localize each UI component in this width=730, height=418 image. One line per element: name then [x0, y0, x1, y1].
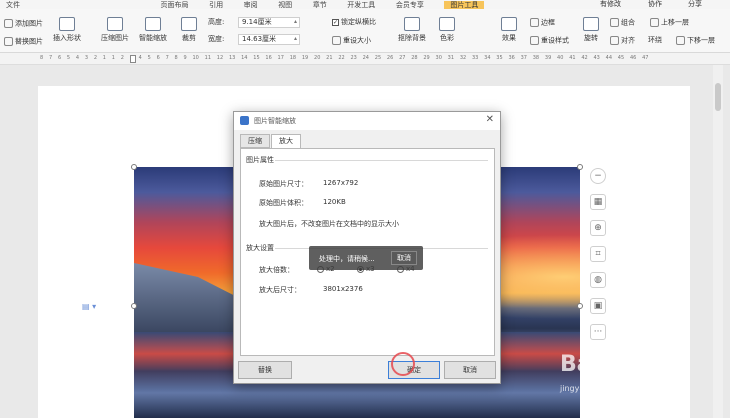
replace-picture-icon	[4, 37, 13, 46]
after-size-value: 3801x2376	[323, 285, 363, 293]
menu-bar: 文件 页面布局 引用 审阅 视图 章节 开发工具 会员专享 图片工具 有修改 协…	[0, 0, 730, 9]
resize-handle-ml[interactable]	[131, 303, 137, 309]
add-picture-icon	[4, 19, 13, 28]
idea-icon[interactable]: ◍	[590, 272, 606, 288]
width-input[interactable]: 14.63厘米	[238, 34, 300, 45]
replace-button[interactable]: 替换	[238, 361, 292, 379]
menu-page-layout[interactable]: 页面布局	[161, 1, 189, 9]
up-one-layer-button[interactable]: 上移一层	[650, 18, 689, 28]
menu-file[interactable]: 文件	[6, 1, 20, 9]
click-indicator	[391, 352, 415, 376]
enlarge-note: 放大图片后，不改变图片在文档中的显示大小	[259, 220, 399, 228]
dialog-titlebar: 图片智能缩放 ✕	[234, 112, 500, 130]
paragraph-layout-icon[interactable]: ▤ ▾	[82, 302, 96, 311]
baidu-watermark: Bai 经验 jingyan.baidu.com	[560, 340, 695, 400]
ribbon-toolbar: 添加图片 替换图片 插入形状 压缩图片 智能缩放 裁剪 高度: 9.14厘米 宽…	[0, 9, 730, 53]
wrap-button[interactable]: 环绕	[648, 36, 662, 45]
border-icon	[530, 18, 539, 27]
crop-icon[interactable]: ⌗	[590, 246, 606, 262]
tab-enlarge[interactable]: 放大	[271, 134, 301, 149]
picture-to-text-icon[interactable]: ▣	[590, 298, 606, 314]
down-one-layer-button[interactable]: 下移一层	[676, 36, 715, 46]
zoom-icon[interactable]: ⊕	[590, 220, 606, 236]
height-input[interactable]: 9.14厘米	[238, 17, 300, 28]
crop-icon	[181, 17, 197, 31]
remove-bg-button[interactable]: 抠除背景	[394, 17, 430, 43]
cancel-button[interactable]: 取消	[444, 361, 496, 379]
effects-icon	[501, 17, 517, 31]
compress-picture-button[interactable]: 压缩图片	[98, 17, 132, 43]
check-icon: ✓	[332, 18, 339, 26]
horizontal-ruler: 8 7 6 5 4 3 2 1 1 2 3 4 5 6 7 8 9 10 11 …	[0, 53, 730, 65]
section-divider	[275, 160, 488, 161]
processing-toast: 处理中，请稍候... 取消	[309, 246, 423, 270]
resize-handle-tl[interactable]	[131, 164, 137, 170]
watermark-brand: Bai 经验	[560, 352, 651, 377]
reset-style-button[interactable]: 重设样式	[530, 36, 569, 46]
height-label: 高度:	[208, 18, 225, 26]
color-button[interactable]: 色彩	[432, 17, 462, 43]
smart-zoom-icon	[145, 17, 161, 31]
group-icon	[610, 18, 619, 27]
rotate-icon	[583, 17, 599, 31]
scroll-thumb[interactable]	[715, 83, 721, 111]
menu-picture-tool[interactable]: 图片工具	[444, 1, 485, 9]
down-layer-icon	[676, 36, 685, 45]
align-icon	[610, 36, 619, 45]
section-picture-props: 图片属性	[246, 156, 274, 164]
rotate-button[interactable]: 旋转	[578, 17, 604, 43]
border-button[interactable]: 边框	[530, 18, 555, 28]
menu-chapter[interactable]: 章节	[313, 1, 327, 9]
reset-style-icon	[530, 36, 539, 45]
after-size-row: 放大后尺寸： 3801x2376	[259, 285, 363, 294]
indent-marker[interactable]	[130, 55, 136, 63]
up-layer-icon	[650, 18, 659, 27]
processing-message: 处理中，请稍候...	[319, 255, 375, 263]
menu-reference[interactable]: 引用	[209, 1, 223, 9]
crop-button[interactable]: 裁剪	[176, 17, 202, 43]
remove-bg-icon	[404, 17, 420, 31]
more-icon[interactable]: ···	[590, 324, 606, 340]
orig-volume-row: 原始图片体积： 120KB	[259, 198, 346, 207]
menu-dev-tools[interactable]: 开发工具	[347, 1, 375, 9]
app-icon	[240, 116, 249, 125]
menu-view[interactable]: 视图	[278, 1, 292, 9]
menu-review[interactable]: 审阅	[244, 1, 258, 9]
layout-options-icon[interactable]: ▦	[590, 194, 606, 210]
resize-handle-tr[interactable]	[577, 164, 583, 170]
resize-handle-mr[interactable]	[577, 303, 583, 309]
smart-zoom-button[interactable]: 智能缩放	[136, 17, 170, 43]
add-picture-button[interactable]: 添加图片	[4, 19, 43, 29]
width-label: 宽度:	[208, 35, 225, 43]
vertical-scrollbar[interactable]	[713, 65, 723, 418]
save-status: 有修改	[600, 0, 621, 8]
orig-size-value: 1267x792	[323, 179, 359, 187]
orig-size-row: 原始图片尺寸： 1267x792	[259, 179, 359, 188]
lock-ratio-checkbox[interactable]: ✓ 锁定纵横比	[332, 18, 376, 27]
tab-compress[interactable]: 压缩	[240, 134, 270, 148]
insert-shape-button[interactable]: 插入形状	[50, 17, 84, 43]
collab-button[interactable]: 协作	[648, 0, 662, 9]
orig-volume-value: 120KB	[323, 198, 346, 206]
watermark-url: jingyan.baidu.com	[560, 384, 634, 393]
reset-size-icon	[332, 36, 341, 45]
menu-member[interactable]: 会员专享	[396, 1, 424, 9]
section-enlarge-settings: 放大设置	[246, 244, 274, 252]
effects-button[interactable]: 效果	[494, 17, 524, 43]
shape-icon	[59, 17, 75, 31]
collapse-icon[interactable]: −	[590, 168, 606, 184]
group-button[interactable]: 组合	[610, 18, 635, 28]
align-button[interactable]: 对齐	[610, 36, 635, 46]
factor-row: 放大倍数： x2 x3 x4	[259, 265, 415, 275]
toast-cancel-button[interactable]: 取消	[391, 251, 417, 265]
close-icon[interactable]: ✕	[486, 114, 494, 125]
dialog-title: 图片智能缩放	[254, 117, 296, 125]
share-button[interactable]: 分享	[688, 0, 702, 9]
compress-icon	[107, 17, 123, 31]
color-icon	[439, 17, 455, 31]
replace-picture-button[interactable]: 替换图片	[4, 37, 43, 47]
reset-size-button[interactable]: 重设大小	[332, 36, 371, 46]
picture-float-toolbar: − ▦ ⊕ ⌗ ◍ ▣ ···	[590, 168, 608, 350]
